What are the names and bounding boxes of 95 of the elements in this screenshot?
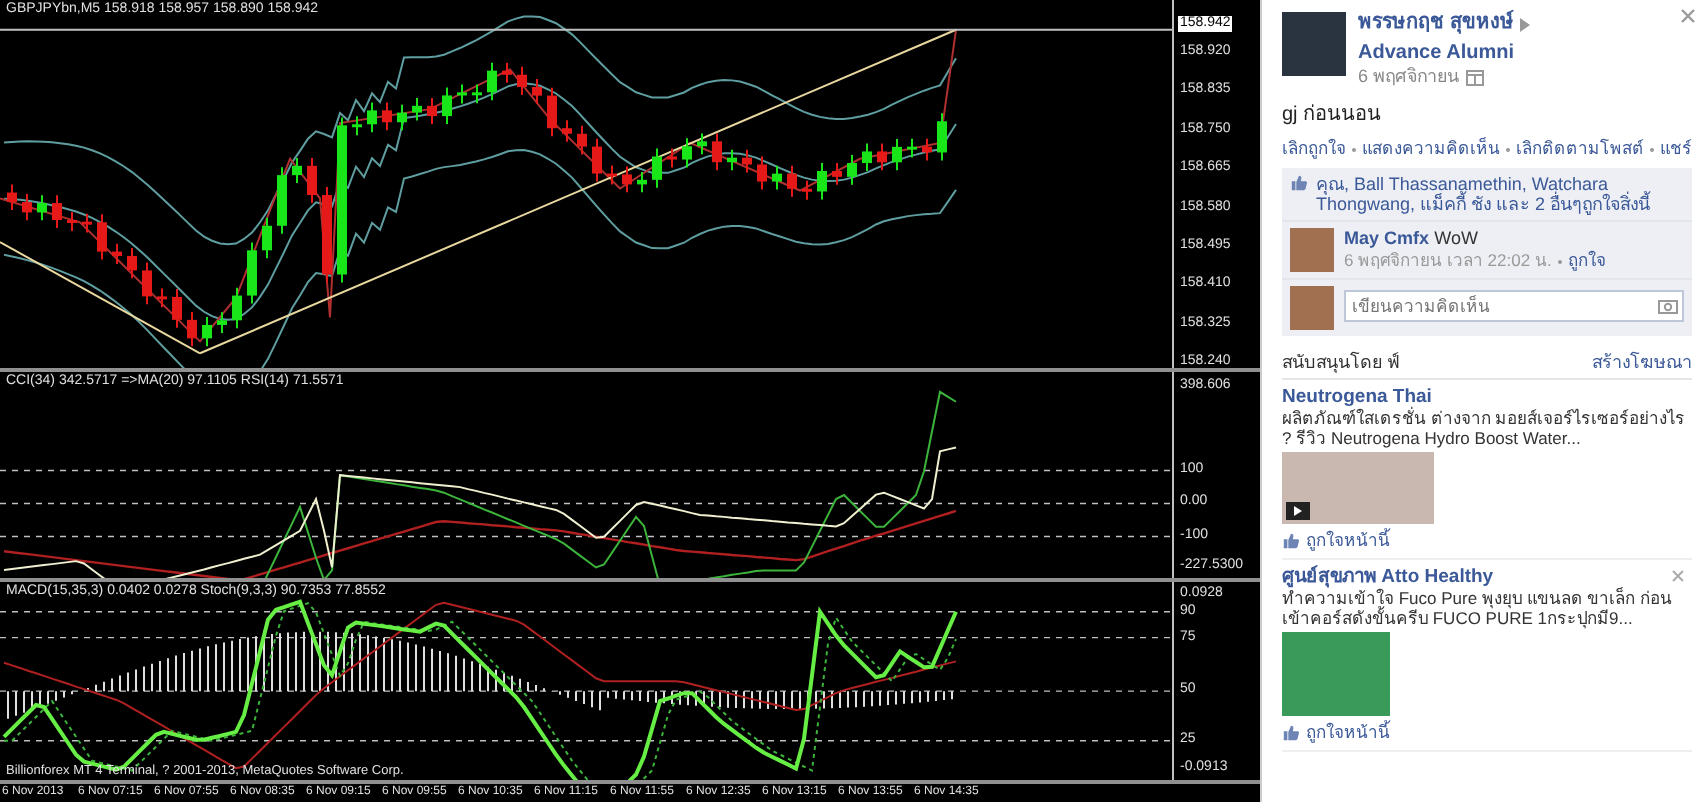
action-link[interactable]: แสดงความคิดเห็น bbox=[1362, 138, 1500, 160]
candle bbox=[7, 183, 17, 211]
candle bbox=[157, 287, 167, 309]
camera-icon[interactable] bbox=[1658, 298, 1678, 314]
group-link[interactable]: Advance Alumni bbox=[1358, 42, 1514, 66]
like-page-link[interactable]: ถูกใจหน้านี้ bbox=[1306, 530, 1390, 552]
candle bbox=[682, 137, 692, 169]
play-icon[interactable] bbox=[1286, 502, 1310, 520]
candle bbox=[832, 162, 842, 186]
thumbs-up-icon bbox=[1282, 532, 1300, 550]
candle bbox=[922, 137, 932, 162]
candle bbox=[622, 165, 632, 194]
candle bbox=[202, 316, 212, 348]
candle bbox=[907, 137, 917, 159]
candle bbox=[802, 179, 812, 201]
candle bbox=[457, 83, 467, 105]
candle bbox=[892, 137, 902, 172]
candle bbox=[937, 112, 947, 162]
candle bbox=[277, 166, 287, 235]
candle bbox=[862, 142, 872, 172]
candle bbox=[352, 115, 362, 137]
ad-text: ทำความเข้าใจ Fuco Pure พุงยุบ แขนลด ขาเล็ก ก่อน เข้าคอร์สดังขั้นครีบ FUCO PURE 1กระปุกมี9... bbox=[1282, 588, 1675, 628]
candle bbox=[187, 310, 197, 348]
candle bbox=[847, 154, 857, 186]
candle bbox=[307, 156, 317, 204]
candle bbox=[427, 96, 437, 126]
post-text: gj ก่อนนอน bbox=[1282, 104, 1384, 126]
like-page-link[interactable]: ถูกใจหน้านี้ bbox=[1306, 722, 1390, 744]
candle bbox=[667, 147, 677, 169]
post-date[interactable]: 6 พฤศจิกายน bbox=[1358, 66, 1460, 88]
action-link[interactable]: เลิกติดตามโพสต์ bbox=[1516, 138, 1644, 160]
candle bbox=[172, 288, 182, 329]
ad-title-link[interactable]: ศูนย์สุขภาพ Atto Healthy bbox=[1282, 566, 1692, 588]
candle bbox=[82, 212, 92, 234]
close-icon[interactable] bbox=[1672, 570, 1684, 582]
sponsored-heading: สนับสนุนโดย ฟ์ bbox=[1282, 352, 1400, 374]
candle bbox=[262, 216, 272, 260]
candle bbox=[787, 164, 797, 198]
avatar-photo-placeholder bbox=[1290, 286, 1334, 330]
candle bbox=[412, 96, 422, 122]
candle bbox=[577, 124, 587, 156]
comment-time: 6 พฤศจิกายน เวลา 22:02 น. bbox=[1344, 250, 1552, 272]
candle bbox=[817, 162, 827, 201]
candle bbox=[442, 86, 452, 126]
candle bbox=[562, 119, 572, 143]
candle bbox=[292, 156, 302, 185]
author-link[interactable]: พรรษกฤช สุขหงษ์ bbox=[1358, 12, 1514, 36]
candle bbox=[547, 86, 557, 138]
candle bbox=[592, 137, 602, 183]
thumbs-up-icon bbox=[1282, 724, 1300, 742]
ad-title-link[interactable]: Neutrogena Thai bbox=[1282, 386, 1692, 408]
candle bbox=[127, 247, 137, 280]
calendar-icon bbox=[1465, 69, 1484, 85]
triangle-icon bbox=[1519, 17, 1530, 31]
candle bbox=[652, 147, 662, 189]
candle bbox=[607, 164, 617, 186]
create-ad-link[interactable]: สร้างโฆษณา bbox=[1592, 352, 1692, 374]
candle bbox=[502, 61, 512, 84]
candle bbox=[532, 78, 542, 105]
candle bbox=[397, 103, 407, 132]
candle bbox=[37, 194, 47, 222]
candle bbox=[367, 101, 377, 134]
candle bbox=[712, 132, 722, 172]
candle bbox=[637, 170, 647, 194]
comment-author-link[interactable]: May Cmfx bbox=[1344, 228, 1430, 248]
comment-text: WoW bbox=[1434, 228, 1478, 248]
like-link[interactable]: ถูกใจ bbox=[1567, 250, 1606, 272]
action-link[interactable]: เลิกถูกใจ bbox=[1282, 138, 1346, 160]
candle bbox=[112, 242, 122, 265]
comment-input-field[interactable]: เขียนความคิดเห็น bbox=[1344, 290, 1684, 322]
candle bbox=[382, 101, 392, 132]
candle bbox=[247, 241, 257, 305]
photo-placeholder[interactable] bbox=[1282, 452, 1434, 524]
candle bbox=[757, 155, 767, 191]
candle bbox=[97, 213, 107, 261]
candle bbox=[217, 311, 227, 334]
candle bbox=[727, 148, 737, 172]
candle bbox=[697, 132, 707, 156]
candle bbox=[142, 261, 152, 306]
candle bbox=[517, 65, 527, 96]
candle bbox=[52, 194, 62, 229]
candle bbox=[472, 83, 482, 105]
candle bbox=[232, 286, 242, 330]
candle bbox=[877, 142, 887, 172]
candle bbox=[742, 148, 752, 174]
thumbs-up-icon bbox=[1290, 174, 1308, 192]
likes-text: คุณ, Ball Thassanamethin, Watchara Thongwang, แม็คกี้ ชัง และ 2 อื่นๆถูกใจสิ่งนี้ bbox=[1316, 174, 1653, 214]
candle bbox=[322, 186, 332, 284]
candle bbox=[772, 164, 782, 191]
candle bbox=[22, 193, 32, 222]
ad-text: ผลิตภัณฑ์ใสเดรชั่น ต่างจาก มอยส์เจอร์ไรเซอร์อย่างไร ? รีวิว Neutrogena Hydro Boost Water... bbox=[1282, 408, 1688, 448]
candle bbox=[487, 61, 497, 102]
close-icon[interactable] bbox=[1680, 8, 1696, 24]
candle bbox=[67, 211, 77, 232]
action-link[interactable]: แชร์ bbox=[1660, 138, 1692, 160]
